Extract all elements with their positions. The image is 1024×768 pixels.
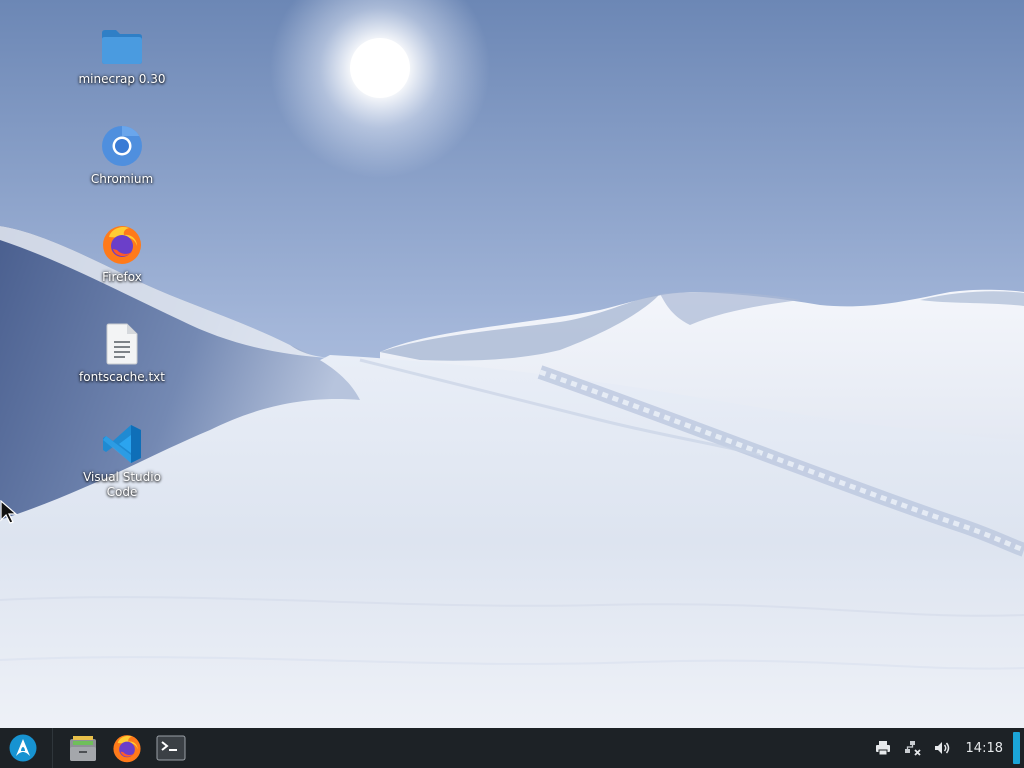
chromium-icon [100, 124, 144, 168]
firefox-icon [100, 222, 144, 266]
desktop-icon-label: Firefox [102, 270, 142, 284]
desktop[interactable]: minecrap 0.30 Chromium Firefox fontscach… [0, 0, 1024, 728]
desktop-icon-label: Visual Studio Code [83, 470, 161, 499]
desktop-icon-label: minecrap 0.30 [78, 72, 166, 86]
taskbar-separator [52, 728, 53, 768]
mouse-cursor-icon [0, 500, 18, 524]
firefox-icon [113, 735, 141, 763]
taskbar: 14:18 [0, 728, 1024, 768]
text-file-icon [100, 322, 144, 366]
task-firefox[interactable] [105, 728, 149, 768]
system-tray: 14:18 [868, 728, 1024, 768]
desktop-icon-minecrap[interactable]: minecrap 0.30 [66, 24, 178, 87]
desktop-icon-label: fontscache.txt [79, 370, 165, 384]
network-disconnected-icon [904, 741, 921, 756]
desktop-icon-fontscache[interactable]: fontscache.txt [66, 322, 178, 385]
task-file-manager[interactable] [61, 728, 105, 768]
desktop-icon-label: Chromium [90, 172, 154, 186]
app-launcher-button[interactable] [0, 728, 46, 768]
terminal-icon [156, 735, 186, 761]
printer-tray-button[interactable] [868, 728, 898, 768]
desktop-icon-firefox[interactable]: Firefox [66, 222, 178, 285]
printer-icon [875, 741, 890, 756]
volume-icon [934, 742, 949, 754]
volume-tray-button[interactable] [928, 728, 958, 768]
desktop-icon-vscode[interactable]: Visual Studio Code [66, 422, 178, 500]
folder-icon [100, 24, 144, 68]
desktop-icon-chromium[interactable]: Chromium [66, 124, 178, 187]
network-tray-button[interactable] [898, 728, 928, 768]
task-terminal[interactable] [149, 728, 193, 768]
show-desktop-button[interactable] [1013, 732, 1020, 764]
vscode-icon [100, 422, 144, 466]
clock[interactable]: 14:18 [966, 741, 1003, 756]
file-manager-icon [70, 736, 96, 761]
app-launcher-icon [9, 734, 37, 762]
